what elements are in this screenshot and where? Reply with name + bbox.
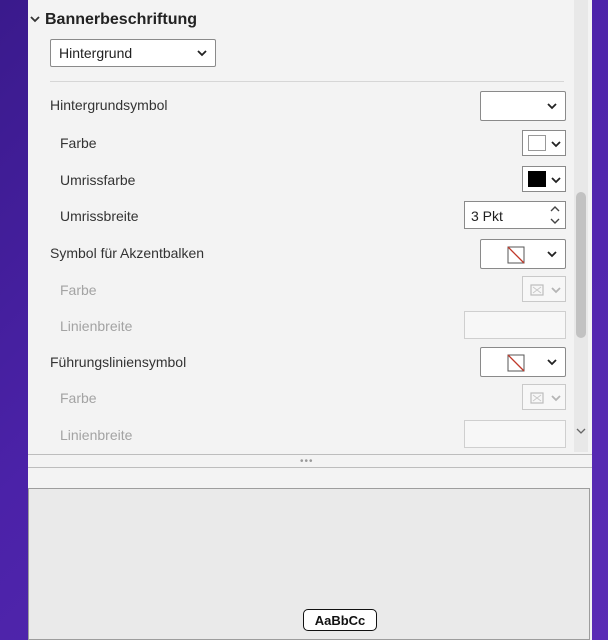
accent-line-width-label: Linienbreite [60, 318, 133, 334]
chevron-down-icon [551, 287, 561, 294]
scrollbar-thumb[interactable] [576, 192, 586, 338]
paint-bucket-icon [530, 392, 544, 404]
chevron-down-icon[interactable] [550, 217, 560, 225]
banner-style-dropdown[interactable]: Hintergrund [50, 39, 216, 67]
chevron-up-icon[interactable] [550, 205, 560, 213]
accent-bar-symbol-dropdown[interactable] [480, 239, 566, 269]
grip-handle-icon: ••• [300, 456, 314, 467]
scroll-down-arrow-icon[interactable] [574, 420, 588, 444]
leader-line-width-label: Linienbreite [60, 427, 133, 443]
preview-sample-text: AaBbCc [303, 609, 377, 631]
leader-line-width-field[interactable] [464, 420, 566, 448]
symbol-preview-pane: AaBbCc [28, 488, 590, 640]
chevron-down-icon [197, 50, 207, 57]
chevron-down-icon [547, 359, 557, 366]
color-swatch [528, 171, 546, 187]
paint-bucket-icon [530, 284, 544, 296]
outline-width-label: Umrissbreite [60, 208, 139, 224]
accent-bar-symbol-label: Symbol für Akzentbalken [50, 245, 205, 261]
chevron-down-icon [547, 103, 557, 110]
accent-color-picker[interactable] [522, 276, 566, 302]
color-swatch [528, 135, 546, 151]
background-color-label: Farbe [60, 135, 97, 151]
outline-color-label: Umrissfarbe [60, 172, 136, 188]
no-symbol-icon [507, 246, 525, 264]
leader-color-label: Farbe [60, 390, 97, 406]
background-color-picker[interactable] [522, 130, 566, 156]
accent-color-label: Farbe [60, 282, 97, 298]
accent-line-width-field[interactable] [464, 311, 566, 339]
chevron-down-icon [28, 14, 42, 26]
leader-color-picker[interactable] [522, 384, 566, 410]
chevron-down-icon [551, 141, 561, 148]
outline-width-value: 3 Pkt [471, 208, 503, 224]
chevron-down-icon [551, 177, 561, 184]
section-header-banner-label[interactable]: Bannerbeschriftung [28, 8, 197, 32]
outline-color-picker[interactable] [522, 166, 566, 192]
pane-splitter[interactable]: ••• [28, 454, 592, 468]
divider [50, 81, 564, 82]
chevron-down-icon [551, 395, 561, 402]
chevron-down-icon [547, 251, 557, 258]
no-symbol-icon [507, 354, 525, 372]
outline-width-spinner[interactable]: 3 Pkt [464, 201, 566, 229]
banner-style-value: Hintergrund [59, 45, 133, 61]
background-symbol-dropdown[interactable] [480, 91, 566, 121]
section-title: Bannerbeschriftung [45, 11, 198, 28]
background-symbol-label: Hintergrundsymbol [50, 97, 168, 113]
leader-symbol-label: Führungsliniensymbol [50, 354, 187, 370]
leader-symbol-dropdown[interactable] [480, 347, 566, 377]
